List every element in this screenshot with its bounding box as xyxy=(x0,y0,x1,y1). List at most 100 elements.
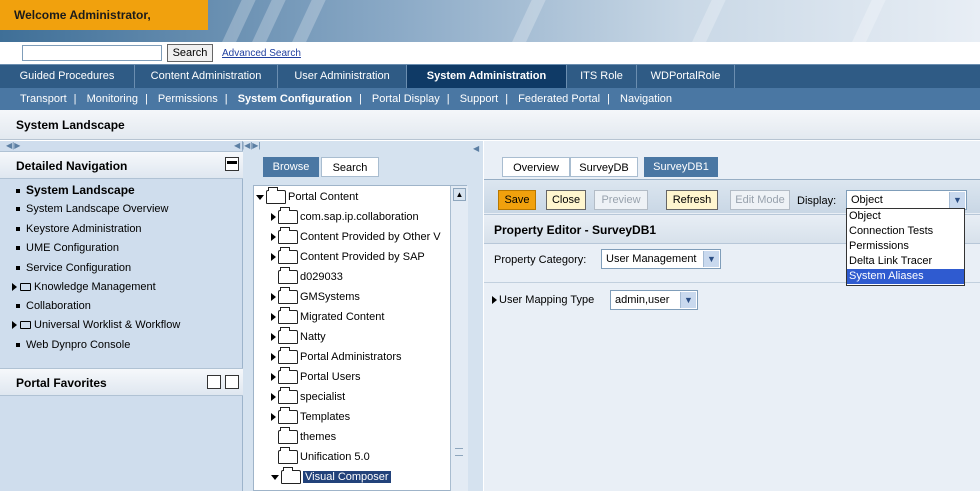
nav-item-system-landscape[interactable]: System Landscape xyxy=(16,183,135,197)
panel-collapse-arrow[interactable]: ◀ xyxy=(234,141,240,151)
folder-icon xyxy=(278,447,298,464)
subnav-federated-portal[interactable]: Federated Portal xyxy=(518,93,600,105)
tree-scrollbar[interactable]: ▲ xyxy=(450,186,468,491)
tab-user-administration[interactable]: User Administration xyxy=(278,65,407,89)
folder-icon xyxy=(278,327,298,344)
second-level-navigation: Transport | Monitoring | Permissions | Syst… xyxy=(0,88,980,110)
tree-node[interactable]: d029033 xyxy=(278,267,343,284)
expand-triangle-icon[interactable] xyxy=(271,333,276,341)
tree-node[interactable]: Content Provided by Other V xyxy=(271,227,441,244)
option-system-aliases[interactable]: System Aliases xyxy=(847,269,964,284)
subnav-monitoring[interactable]: Monitoring xyxy=(87,93,138,105)
tab-overview[interactable]: Overview xyxy=(502,157,570,177)
bullet-icon xyxy=(16,304,20,309)
tree-node[interactable]: Portal Users xyxy=(271,367,361,384)
subnav-permissions[interactable]: Permissions xyxy=(158,93,218,105)
nav-item-knowledge-management[interactable]: Knowledge Management xyxy=(12,281,156,293)
nav-item-ume-configuration[interactable]: UME Configuration xyxy=(16,242,119,254)
property-category-label: Property Category: xyxy=(494,254,587,266)
option-permissions[interactable]: Permissions xyxy=(847,239,964,254)
edit-mode-button[interactable]: Edit Mode xyxy=(730,190,790,210)
tab-its-role[interactable]: ITS Role xyxy=(567,65,637,89)
chevron-down-icon[interactable]: ▼ xyxy=(703,251,719,267)
subnav-system-configuration[interactable]: System Configuration xyxy=(238,93,352,105)
refresh-button[interactable]: Refresh xyxy=(666,190,718,210)
nav-item-system-landscape-overview[interactable]: System Landscape Overview xyxy=(16,203,168,215)
option-connection-tests[interactable]: Connection Tests xyxy=(847,224,964,239)
favorites-restore-icon[interactable] xyxy=(225,375,239,389)
tab-search[interactable]: Search xyxy=(321,157,379,177)
option-delta-link-tracer[interactable]: Delta Link Tracer xyxy=(847,254,964,269)
display-dropdown-list: Object Connection Tests Permissions Delt… xyxy=(846,208,965,286)
tab-guided-procedures[interactable]: Guided Procedures xyxy=(0,65,135,89)
bullet-icon xyxy=(16,266,20,271)
chevron-down-icon[interactable]: ▼ xyxy=(949,192,965,208)
portal-favorites-title: Portal Favorites xyxy=(16,376,107,390)
expand-triangle-icon[interactable] xyxy=(271,313,276,321)
nav-item-web-dynpro-console[interactable]: Web Dynpro Console xyxy=(16,339,130,351)
advanced-search-link[interactable]: Advanced Search xyxy=(222,48,301,59)
tab-wdportalrole[interactable]: WDPortalRole xyxy=(637,65,735,89)
search-button[interactable]: Search xyxy=(167,44,213,62)
option-object[interactable]: Object xyxy=(847,209,964,224)
property-editor-panel: Overview SurveyDB SurveyDB1 Save Close P… xyxy=(484,141,980,491)
panel-scroll-arrows[interactable]: ◀|▶ xyxy=(6,141,20,151)
tree-node[interactable]: Unification 5.0 xyxy=(278,447,370,464)
scrollbar-grip[interactable] xyxy=(455,448,463,456)
property-category-select[interactable]: User Management ▼ xyxy=(601,249,721,269)
tab-surveydb[interactable]: SurveyDB xyxy=(570,157,638,177)
tree-node[interactable]: Templates xyxy=(271,407,350,424)
nav-item-keystore-administration[interactable]: Keystore Administration xyxy=(16,223,142,235)
minimize-icon[interactable]: ▬ xyxy=(225,157,239,171)
welcome-message: Welcome Administrator, xyxy=(0,0,208,30)
panel-scroll-arrows[interactable]: |◀|▶| xyxy=(242,141,261,151)
subnav-support[interactable]: Support xyxy=(460,93,499,105)
subnav-portal-display[interactable]: Portal Display xyxy=(372,93,440,105)
expand-triangle-icon[interactable] xyxy=(271,413,276,421)
expand-triangle-icon[interactable] xyxy=(271,233,276,241)
expand-triangle-icon[interactable] xyxy=(271,253,276,261)
tree-node[interactable]: specialist xyxy=(271,387,345,404)
preview-button[interactable]: Preview xyxy=(594,190,648,210)
tab-surveydb1[interactable]: SurveyDB1 xyxy=(644,157,718,177)
tab-content-administration[interactable]: Content Administration xyxy=(135,65,278,89)
expand-triangle-icon[interactable] xyxy=(12,321,17,330)
subnav-transport[interactable]: Transport xyxy=(20,93,67,105)
tree-node[interactable]: themes xyxy=(278,427,336,444)
panel-collapse-arrow[interactable]: ◀ xyxy=(473,144,479,154)
chevron-down-icon[interactable]: ▼ xyxy=(680,292,696,308)
expand-triangle-icon[interactable] xyxy=(492,296,497,305)
expand-triangle-icon[interactable] xyxy=(271,213,276,221)
favorites-menu-icon[interactable] xyxy=(207,375,221,389)
folder-icon xyxy=(281,467,301,484)
tree-node[interactable]: Natty xyxy=(271,327,326,344)
search-input[interactable] xyxy=(22,45,162,61)
nav-item-service-configuration[interactable]: Service Configuration xyxy=(16,262,131,274)
collapse-triangle-icon[interactable] xyxy=(271,474,279,480)
nav-item-universal-worklist[interactable]: Universal Worklist & Workflow xyxy=(12,319,180,331)
expand-triangle-icon[interactable] xyxy=(271,353,276,361)
nav-item-collaboration[interactable]: Collaboration xyxy=(16,300,91,312)
bullet-icon xyxy=(16,227,20,232)
tree-node[interactable]: com.sap.ip.collaboration xyxy=(271,207,419,224)
user-mapping-type-select[interactable]: admin,user ▼ xyxy=(610,290,698,310)
tree-node[interactable]: Content Provided by SAP xyxy=(271,247,425,264)
tree-node[interactable]: Migrated Content xyxy=(271,307,384,324)
tab-system-administration[interactable]: System Administration xyxy=(407,65,567,89)
expand-triangle-icon[interactable] xyxy=(271,393,276,401)
subnav-navigation[interactable]: Navigation xyxy=(620,93,672,105)
expand-triangle-icon[interactable] xyxy=(271,373,276,381)
scroll-up-icon[interactable]: ▲ xyxy=(453,188,466,201)
tree-node-visual-composer[interactable]: Visual Composer xyxy=(271,467,391,484)
tree-node[interactable]: Portal Administrators xyxy=(271,347,401,364)
expand-triangle-icon[interactable] xyxy=(271,293,276,301)
save-button[interactable]: Save xyxy=(498,190,536,210)
tree-node-portal-content[interactable]: Portal Content xyxy=(256,187,358,204)
close-button[interactable]: Close xyxy=(546,190,586,210)
display-select[interactable]: Object ▼ xyxy=(846,190,967,210)
user-mapping-type-label[interactable]: User Mapping Type xyxy=(492,294,594,306)
tab-browse[interactable]: Browse xyxy=(263,157,319,177)
collapse-triangle-icon[interactable] xyxy=(256,194,264,200)
expand-triangle-icon[interactable] xyxy=(12,283,17,292)
tree-node[interactable]: GMSystems xyxy=(271,287,360,304)
